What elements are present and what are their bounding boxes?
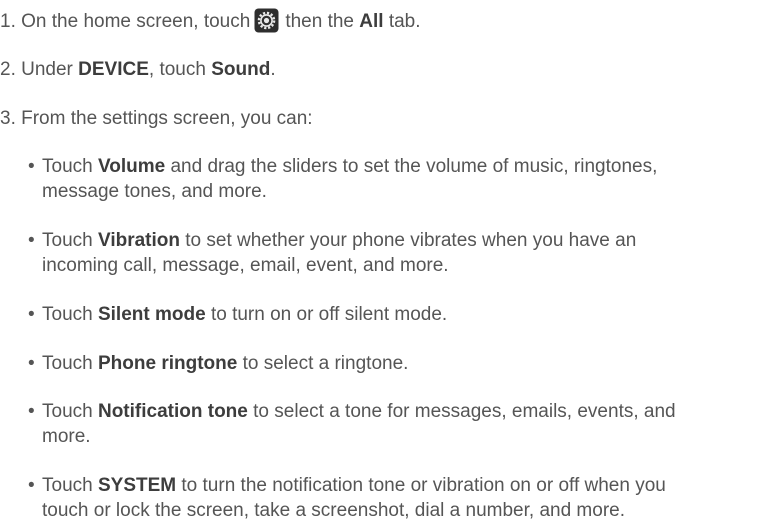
bullet-text-continued: incoming call, message, email, event, an… — [42, 255, 449, 276]
bullet-keyword: Volume — [97, 156, 166, 177]
list-item-vibration: • Touch Vibration to set whether your pho… — [28, 228, 761, 278]
bullet-text: to turn the notification tone or vibrati… — [181, 475, 666, 496]
bullet-text: and drag the sliders to set the volume o… — [170, 156, 658, 177]
bullet-keyword: Silent mode — [97, 304, 206, 325]
bullet-keyword: Notification tone — [97, 401, 248, 422]
bullet-dot: • — [28, 230, 35, 251]
list-item-notification-tone: • Touch Notification tone to select a ton… — [28, 399, 761, 449]
bullet-text: to select a tone for messages, emails, e… — [253, 401, 676, 422]
bullet-text: to turn on or off silent mode. — [210, 304, 448, 325]
bullet-keyword: Vibration — [97, 230, 180, 251]
bullet-lead: Touch — [42, 353, 93, 374]
step-1-middle: then the — [285, 11, 354, 32]
step-2-middle: , touch — [148, 59, 206, 80]
list-item-volume: • Touch Volume and drag the sliders to se… — [28, 154, 761, 204]
list-item-system: • Touch SYSTEM to turn the notification t… — [28, 473, 761, 523]
step-2-suffix: . — [270, 59, 276, 80]
step-2: 2. Under DEVICE, touch Sound. — [0, 57, 276, 82]
device-label: DEVICE — [78, 59, 149, 80]
sound-label: Sound — [211, 59, 271, 80]
settings-gear-icon — [254, 8, 279, 33]
bullet-dot: • — [28, 475, 35, 496]
bullet-lead: Touch — [42, 156, 93, 177]
bullet-text-continued: more. — [42, 426, 91, 447]
bullet-dot: • — [28, 156, 35, 177]
bullet-lead: Touch — [42, 230, 93, 251]
step-1-prefix: 1. On the home screen, touch — [0, 11, 251, 32]
list-item-silent-mode: • Touch Silent mode to turn on or off sil… — [28, 302, 761, 327]
bullet-lead: Touch — [42, 475, 93, 496]
list-item-phone-ringtone: • Touch Phone ringtone to select a ringto… — [28, 351, 761, 376]
bullet-text-continued: touch or lock the screen, take a screens… — [42, 500, 625, 521]
bullet-dot: • — [28, 304, 35, 325]
step-2-prefix: 2. Under — [0, 59, 73, 80]
step-3-text: 3. From the settings screen, you can: — [0, 108, 313, 129]
step-3: 3. From the settings screen, you can: — [0, 106, 313, 131]
bullet-dot: • — [28, 353, 35, 374]
bullet-text-continued: message tones, and more. — [42, 181, 267, 202]
all-tab-label: All — [359, 11, 384, 32]
step-1: 1. On the home screen, touch then the Al… — [0, 8, 421, 34]
bullet-lead: Touch — [42, 401, 93, 422]
bullet-lead: Touch — [42, 304, 93, 325]
step-1-suffix: tab. — [388, 11, 421, 32]
bullet-text: to set whether your phone vibrates when … — [185, 230, 637, 251]
bullet-dot: • — [28, 401, 35, 422]
bullet-keyword: SYSTEM — [97, 475, 177, 496]
bullet-text: to select a ringtone. — [242, 353, 409, 374]
bullet-keyword: Phone ringtone — [97, 353, 238, 374]
